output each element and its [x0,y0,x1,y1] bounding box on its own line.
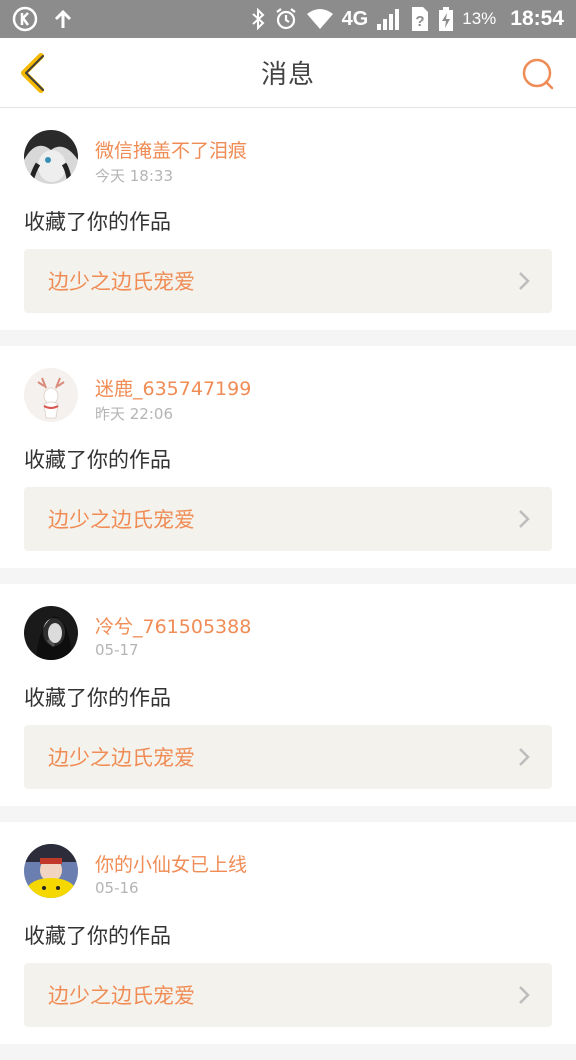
action-text: 收藏了你的作品 [24,448,171,472]
avatar[interactable] [24,130,78,184]
battery-percent: 13% [462,9,497,28]
timestamp: 昨天 22:06 [95,405,173,423]
work-title: 边少之边氏宠爱 [48,508,195,532]
username[interactable]: 冷兮_761505388 [95,612,251,639]
timestamp: 05-16 [95,879,139,897]
k-app-icon [12,6,38,32]
avatar[interactable] [24,368,78,422]
back-arrow-icon[interactable] [14,52,54,94]
username[interactable]: 迷鹿_635747199 [95,374,251,401]
work-link[interactable]: 边少之边氏宠爱 [24,487,552,551]
action-text: 收藏了你的作品 [24,686,171,710]
top-nav-bar: 消息 [0,38,576,108]
chevron-right-icon [519,510,530,528]
clock: 18:54 [510,7,564,30]
chevron-right-icon [519,748,530,766]
username[interactable]: 微信掩盖不了泪痕 [95,136,247,163]
work-title: 边少之边氏宠爱 [48,984,195,1008]
page-title: 消息 [260,60,315,90]
message-list: 微信掩盖不了泪痕 今天 18:33 收藏了你的作品 边少之边氏宠爱 迷鹿_635… [0,108,576,1060]
work-link[interactable]: 边少之边氏宠爱 [24,249,552,313]
bluetooth-icon [251,7,265,31]
work-link[interactable]: 边少之边氏宠爱 [24,725,552,789]
message-card: 你的小仙女已上线 05-16 收藏了你的作品 边少之边氏宠爱 [0,822,576,1044]
chevron-right-icon [519,272,530,290]
avatar[interactable] [24,844,78,898]
work-title: 边少之边氏宠爱 [48,270,195,294]
username[interactable]: 你的小仙女已上线 [95,850,247,877]
wifi-icon [306,9,333,29]
signal-icon [377,9,400,30]
action-text: 收藏了你的作品 [24,210,171,234]
action-text: 收藏了你的作品 [24,924,171,948]
message-card: 迷鹿_635747199 昨天 22:06 收藏了你的作品 边少之边氏宠爱 [0,346,576,568]
search-icon[interactable] [520,56,556,92]
avatar[interactable] [24,606,78,660]
upload-arrow-icon [54,9,72,28]
sim-unknown-icon: ? [412,7,429,31]
message-card: 微信掩盖不了泪痕 今天 18:33 收藏了你的作品 边少之边氏宠爱 [0,108,576,330]
work-link[interactable]: 边少之边氏宠爱 [24,963,552,1027]
chevron-right-icon [519,986,530,1004]
timestamp: 今天 18:33 [95,167,173,185]
network-type: 4G [341,7,369,30]
work-title: 边少之边氏宠爱 [48,746,195,770]
alarm-icon [275,8,296,30]
message-card: 冷兮_761505388 05-17 收藏了你的作品 边少之边氏宠爱 [0,584,576,806]
status-bar: 4G ? 13% 18:54 [0,0,576,38]
battery-charging-icon [439,7,454,31]
timestamp: 05-17 [95,641,139,659]
svg-text:?: ? [416,13,425,30]
